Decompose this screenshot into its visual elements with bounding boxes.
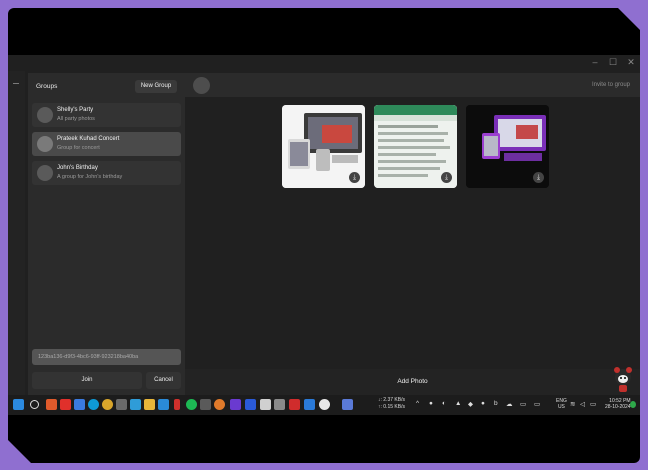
title-bar: – ☐ ✕ bbox=[8, 55, 640, 71]
app-icon[interactable] bbox=[260, 399, 271, 410]
groups-title: Groups bbox=[36, 83, 58, 90]
wifi-icon[interactable]: ≋ bbox=[570, 400, 575, 408]
app-window: – ☐ ✕ Groups New Group Shelly's Party Al… bbox=[8, 55, 640, 395]
avatar bbox=[37, 165, 53, 181]
taskbar: ↓: 2.37 KB/s ↑: 0.15 KB/s ^ ● ◐ ▲ ◆ ● b … bbox=[8, 395, 640, 415]
spotify-icon[interactable] bbox=[186, 399, 197, 410]
group-code-input[interactable]: 123ba136-d9f3-4bc6-93ff-923218ba40ba bbox=[32, 349, 181, 365]
download-icon[interactable]: ⤓ bbox=[533, 172, 544, 183]
app-icon[interactable] bbox=[319, 399, 330, 410]
download-speed: ↓: 2.37 KB/s bbox=[378, 397, 405, 403]
tray-icon[interactable]: ▭ bbox=[520, 400, 526, 408]
language-indicator[interactable]: ENG US bbox=[556, 398, 567, 410]
app-icon[interactable] bbox=[274, 399, 285, 410]
download-icon[interactable]: ⤓ bbox=[349, 172, 360, 183]
app-icon[interactable] bbox=[158, 399, 169, 410]
photo-thumbnail[interactable]: ⤓ bbox=[374, 105, 457, 188]
group-name: Prateek Kuhad Concert bbox=[57, 136, 120, 142]
notification-icon[interactable] bbox=[630, 401, 636, 408]
app-icon[interactable] bbox=[342, 399, 353, 410]
edge-icon[interactable] bbox=[88, 399, 99, 410]
tray-icon[interactable]: ● bbox=[429, 400, 433, 407]
close-button[interactable]: ✕ bbox=[624, 57, 638, 68]
app-icon[interactable] bbox=[174, 399, 180, 410]
add-photo-button[interactable]: Add Photo bbox=[185, 369, 640, 395]
menu-icon[interactable] bbox=[13, 83, 19, 84]
photo-thumbnail[interactable]: ⤓ bbox=[466, 105, 549, 188]
photo-thumbnail[interactable]: ⤓ bbox=[282, 105, 365, 188]
tray-icon[interactable]: ● bbox=[481, 400, 485, 407]
vscode-icon[interactable] bbox=[304, 399, 315, 410]
chevron-up-icon[interactable]: ^ bbox=[416, 400, 419, 407]
download-icon[interactable]: ⤓ bbox=[441, 172, 452, 183]
group-name: Shelly's Party bbox=[57, 107, 94, 113]
group-item-johns-birthday[interactable]: John's Birthday A group for John's birth… bbox=[32, 161, 181, 185]
group-content: Invite to group ⤓ ⤓ ⤓ Add Photo bbox=[185, 71, 640, 395]
group-description: All party photos bbox=[57, 116, 95, 122]
invite-button[interactable]: Invite to group bbox=[592, 82, 630, 88]
upload-speed: ↑: 0.15 KB/s bbox=[378, 404, 405, 410]
clock-date: 28-10-2024 bbox=[605, 404, 631, 410]
app-icon[interactable] bbox=[60, 399, 71, 410]
app-icon[interactable] bbox=[130, 399, 141, 410]
groups-sidebar: Groups New Group Shelly's Party All part… bbox=[28, 73, 185, 395]
start-icon[interactable] bbox=[13, 399, 24, 410]
tray-icon[interactable]: ▭ bbox=[534, 400, 540, 408]
avatar bbox=[37, 107, 53, 123]
chrome-icon[interactable] bbox=[102, 399, 113, 410]
volume-icon[interactable]: ◁ bbox=[580, 400, 585, 408]
keyboard-layout: US bbox=[557, 404, 565, 410]
tray-icon[interactable]: ◐ bbox=[442, 400, 446, 407]
avatar bbox=[193, 77, 210, 94]
bluetooth-icon[interactable]: b bbox=[494, 400, 498, 407]
cloud-icon[interactable]: ☁ bbox=[506, 400, 513, 408]
tray-icon[interactable]: ◆ bbox=[468, 400, 473, 408]
group-item-prateek-kuhad-concert[interactable]: Prateek Kuhad Concert Group for concert bbox=[32, 132, 181, 156]
clock[interactable]: 10:52 PM 28-10-2024 bbox=[605, 398, 631, 410]
battery-icon[interactable]: ▭ bbox=[590, 400, 596, 408]
app-icon[interactable] bbox=[46, 399, 57, 410]
app-icon[interactable] bbox=[116, 399, 127, 410]
group-description: A group for John's birthday bbox=[57, 174, 123, 180]
group-header: Invite to group bbox=[185, 73, 640, 97]
folder-icon[interactable] bbox=[144, 399, 155, 410]
maximize-button[interactable]: ☐ bbox=[606, 57, 620, 68]
network-speed: ↓: 2.37 KB/s ↑: 0.15 KB/s bbox=[378, 397, 405, 411]
group-item-shellys-party[interactable]: Shelly's Party All party photos bbox=[32, 103, 181, 127]
group-name: John's Birthday bbox=[57, 165, 98, 171]
avatar bbox=[37, 136, 53, 152]
cancel-button[interactable]: Cancel bbox=[146, 372, 181, 389]
search-icon[interactable] bbox=[30, 400, 39, 409]
new-group-button[interactable]: New Group bbox=[135, 80, 177, 93]
app-icon[interactable] bbox=[200, 399, 211, 410]
app-icon[interactable] bbox=[74, 399, 85, 410]
app-icon[interactable] bbox=[230, 399, 241, 410]
group-description: Group for concert bbox=[57, 145, 100, 151]
app-icon[interactable] bbox=[245, 399, 256, 410]
pdf-icon[interactable] bbox=[289, 399, 300, 410]
tray-icon[interactable]: ▲ bbox=[455, 400, 461, 407]
app-icon[interactable] bbox=[214, 399, 225, 410]
join-button[interactable]: Join bbox=[32, 372, 142, 389]
mascot-icon bbox=[614, 367, 632, 392]
minimize-button[interactable]: – bbox=[588, 57, 602, 67]
nav-rail bbox=[8, 71, 25, 395]
